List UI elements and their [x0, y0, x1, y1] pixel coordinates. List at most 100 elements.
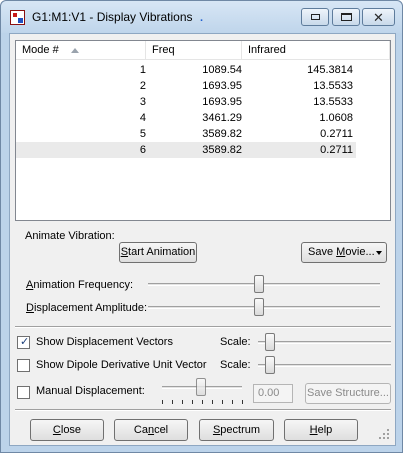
- close-label: lose: [60, 424, 82, 436]
- cancel-button[interactable]: Cancel: [114, 419, 188, 441]
- table-row[interactable]: 1 1089.54 145.3814: [16, 62, 356, 78]
- resize-grip-icon[interactable]: [379, 429, 389, 439]
- close-icon: ✕: [373, 9, 384, 25]
- vectors-scale-slider[interactable]: [265, 333, 275, 351]
- tick-mark: [172, 400, 173, 404]
- tick-mark: [212, 400, 213, 404]
- table-cell-freq: 1089.54: [202, 64, 242, 76]
- table-cell-mode: 2: [139, 80, 146, 92]
- title-bar[interactable]: G1:M1:V1 - Display Vibrations . ✕: [1, 1, 402, 33]
- close-window-button[interactable]: ✕: [362, 8, 395, 26]
- table-cell-freq: 3589.82: [202, 128, 242, 140]
- cancel-label-pre: Ca: [133, 424, 148, 436]
- table-row[interactable]: 3 1693.95 13.5533: [16, 94, 356, 110]
- displacement-amplitude-mnemonic: D: [26, 302, 34, 314]
- table-cell-ir: 0.2711: [320, 144, 353, 156]
- start-animation-mnemonic: S: [120, 246, 129, 258]
- window-title: G1:M1:V1 - Display Vibrations: [32, 10, 193, 24]
- save-movie-label-pre: Save: [308, 246, 337, 258]
- table-cell-freq: 1693.95: [202, 96, 242, 108]
- save-movie-mnemonic: M: [336, 246, 346, 258]
- cancel-label-post: cel: [154, 424, 169, 436]
- save-structure-button[interactable]: Save Structure...: [305, 383, 391, 404]
- close-mnemonic: C: [52, 424, 61, 436]
- show-displacement-vectors-checkbox[interactable]: ✓: [17, 336, 30, 349]
- vectors-scale-label: Scale:: [220, 336, 251, 348]
- spectrum-label: pectrum: [220, 424, 261, 436]
- help-label: elp: [317, 424, 333, 436]
- table-row[interactable]: 6 3589.82 0.2711: [16, 142, 356, 158]
- dipole-scale-label: Scale:: [220, 359, 251, 371]
- column-header-mode[interactable]: Mode #: [16, 41, 146, 60]
- minimize-icon: [310, 14, 320, 20]
- dropdown-arrow-icon: [376, 251, 382, 255]
- save-movie-button[interactable]: Save Movie...: [301, 242, 387, 263]
- manual-displacement-label: Manual Displacement:: [36, 385, 145, 397]
- table-cell-freq: 3589.82: [202, 144, 242, 156]
- tick-mark: [182, 400, 183, 404]
- show-dipole-vector-label: Show Dipole Derivative Unit Vector: [36, 359, 207, 371]
- displacement-amplitude-slider[interactable]: [254, 298, 264, 316]
- column-header-freq[interactable]: Freq: [146, 41, 242, 60]
- show-dipole-vector-checkbox[interactable]: [17, 359, 30, 372]
- manual-displacement-slider[interactable]: [196, 378, 206, 396]
- dialog-client: Mode # Freq Infrared 1 1089.54 145.3814 2 16…: [9, 33, 396, 446]
- separator: [15, 409, 391, 411]
- table-row[interactable]: 4 3461.29 1.0608: [16, 110, 356, 126]
- table-cell-mode: 3: [139, 96, 146, 108]
- dipole-scale-slider[interactable]: [265, 356, 275, 374]
- show-displacement-vectors-label: Show Displacement Vectors: [36, 336, 173, 348]
- column-header-infrared[interactable]: Infrared: [242, 41, 390, 60]
- tick-mark: [232, 400, 233, 404]
- start-animation-label: tart Animation: [128, 246, 196, 258]
- save-movie-label-post: ovie...: [345, 246, 375, 258]
- help-mnemonic: H: [309, 424, 318, 436]
- displacement-amplitude-track[interactable]: [148, 306, 380, 309]
- table-cell-mode: 1: [139, 64, 146, 76]
- tick-mark: [222, 400, 223, 404]
- table-cell-mode: 5: [139, 128, 146, 140]
- animation-frequency-track[interactable]: [148, 283, 380, 286]
- table-cell-ir: 145.3814: [307, 64, 353, 76]
- table-cell-freq: 1693.95: [202, 80, 242, 92]
- minimize-button[interactable]: [301, 8, 329, 26]
- table-cell-mode: 6: [139, 144, 146, 156]
- animation-frequency-label: Animation Frequency:: [26, 279, 133, 291]
- table-cell-mode: 4: [139, 112, 146, 124]
- animate-vibration-label: Animate Vibration:: [25, 230, 115, 242]
- start-animation-button[interactable]: Start Animation: [119, 242, 197, 263]
- table-cell-ir: 13.5533: [313, 80, 353, 92]
- animation-frequency-text: nimation Frequency:: [33, 279, 134, 291]
- help-button[interactable]: Help: [284, 419, 358, 441]
- slider-ticks: [162, 400, 243, 404]
- separator: [15, 326, 391, 328]
- checkmark-icon: ✓: [20, 336, 30, 348]
- title-dot: .: [200, 12, 204, 24]
- sort-ascending-icon: [71, 48, 79, 53]
- tick-mark: [242, 400, 243, 404]
- display-vibrations-window: G1:M1:V1 - Display Vibrations . ✕ Mode #…: [0, 0, 403, 453]
- column-header-freq-label: Freq: [152, 44, 175, 56]
- vectors-scale-track[interactable]: [258, 341, 391, 344]
- spectrum-button[interactable]: Spectrum: [199, 419, 274, 441]
- table-row[interactable]: 5 3589.82 0.2711: [16, 126, 356, 142]
- table-cell-ir: 13.5533: [313, 96, 353, 108]
- manual-displacement-input[interactable]: 0.00: [253, 384, 293, 403]
- close-button[interactable]: Close: [30, 419, 104, 441]
- table-cell-ir: 1.0608: [319, 112, 353, 124]
- tick-mark: [162, 400, 163, 404]
- column-header-mode-label: Mode #: [22, 44, 59, 56]
- maximize-icon: [340, 13, 352, 21]
- table-row[interactable]: 2 1693.95 13.5533: [16, 78, 356, 94]
- animation-frequency-slider[interactable]: [254, 275, 264, 293]
- manual-displacement-checkbox[interactable]: [17, 386, 30, 399]
- maximize-button[interactable]: [332, 8, 360, 26]
- dipole-scale-track[interactable]: [258, 364, 391, 367]
- tick-mark: [192, 400, 193, 404]
- modes-table[interactable]: Mode # Freq Infrared 1 1089.54 145.3814 2 16…: [15, 40, 391, 221]
- column-header-infrared-label: Infrared: [248, 44, 286, 56]
- app-icon: [10, 10, 25, 25]
- displacement-amplitude-text: isplacement Amplitude:: [33, 302, 148, 314]
- displacement-amplitude-label: Displacement Amplitude:: [26, 302, 147, 314]
- tick-mark: [202, 400, 203, 404]
